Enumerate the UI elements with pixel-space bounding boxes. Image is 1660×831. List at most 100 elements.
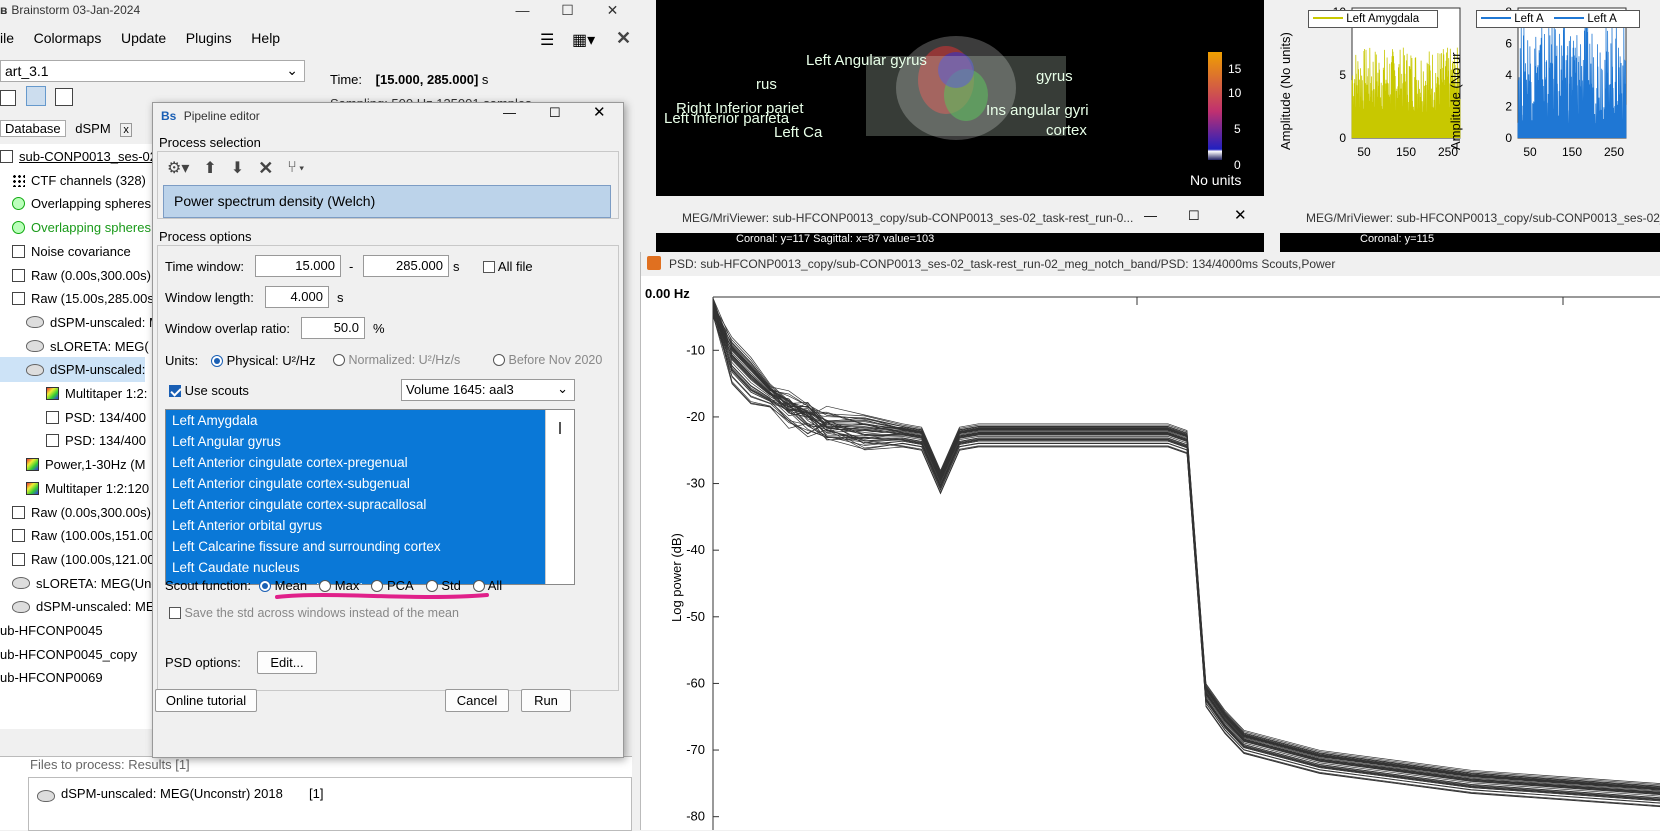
tree-item[interactable]: Raw (15.00s,285.00s xyxy=(0,286,152,311)
menu-update[interactable]: Update xyxy=(121,30,166,46)
amygdala-legend-1-text: Left Amygdala xyxy=(1346,13,1420,25)
pipeline-minimize-icon[interactable]: — xyxy=(503,105,516,120)
tree-item[interactable]: dSPM-unscaled: ME xyxy=(0,310,152,335)
cancel-button[interactable]: Cancel xyxy=(445,689,509,712)
psd-edit-button[interactable]: Edit... xyxy=(257,651,317,674)
tree-item[interactable]: Overlapping spheres xyxy=(0,215,151,240)
pipeline-close-icon[interactable]: ✕ xyxy=(593,103,606,121)
psd-y-tick-label: -10 xyxy=(686,342,705,357)
unit-physical-radio[interactable] xyxy=(211,355,223,367)
scout-list-item[interactable]: Left Amygdala xyxy=(166,410,574,431)
selected-process-item[interactable]: Power spectrum density (Welch) xyxy=(163,185,611,218)
tree-item-label: CTF channels (328) xyxy=(31,172,146,188)
online-tutorial-button[interactable]: Online tutorial xyxy=(155,689,257,712)
use-scouts-option[interactable]: Use scouts xyxy=(169,383,249,398)
psd-titlebar[interactable]: PSD: sub-HFCONP0013_copy/sub-CONP0013_se… xyxy=(641,252,1660,276)
scout-list-item[interactable]: Left Calcarine fissure and surrounding c… xyxy=(166,536,574,557)
mri-viewer-2-titlebar[interactable]: MEG/MriViewer: sub-HFCONP0013_copy/sub-C… xyxy=(1280,203,1660,233)
tree-item[interactable]: Overlapping spheres xyxy=(0,191,151,216)
tree-item[interactable]: ub-HFCONP0069 xyxy=(0,665,103,690)
menu-help[interactable]: Help xyxy=(251,30,280,46)
box-icon xyxy=(12,268,25,282)
save-std-option[interactable]: Save the std across windows instead of t… xyxy=(169,606,459,620)
mri1-close-icon[interactable]: ✕ xyxy=(1234,206,1247,224)
mri1-minimize-icon[interactable]: — xyxy=(1144,208,1157,223)
brain-3d-view[interactable]: Right Inferior pariet Left inferior pari… xyxy=(656,0,1264,196)
mri1-maximize-icon[interactable]: ☐ xyxy=(1188,208,1200,224)
file-item[interactable]: dSPM-unscaled: MEG(Unconstr) 2018 xyxy=(61,786,283,801)
tree-item[interactable]: dSPM-unscaled: xyxy=(0,357,146,383)
tree-item[interactable]: Multitaper 1:2: xyxy=(0,381,147,406)
move-up-icon[interactable]: ⬆ xyxy=(203,158,216,178)
unit-physical-option[interactable]: Physical: U²/Hz xyxy=(211,353,315,368)
overlap-input[interactable]: 50.0 xyxy=(301,317,365,339)
tree-item[interactable]: ub-HFCONP0045 xyxy=(0,618,103,643)
tree-item[interactable]: Raw (0.00s,300.00s) xyxy=(0,500,151,525)
all-file-option[interactable]: All file xyxy=(483,259,533,274)
mri-viewer-1-titlebar[interactable]: MEG/MriViewer: sub-HFCONP0013_copy/sub-C… xyxy=(656,203,1264,233)
unit-before-radio[interactable] xyxy=(493,354,505,366)
unit-normalized-radio[interactable] xyxy=(333,354,345,366)
scout-list-scrollbar[interactable] xyxy=(545,410,574,584)
tree-item[interactable]: sub-CONP0013_ses-02_ xyxy=(0,144,152,169)
time-start-input[interactable]: 15.000 xyxy=(255,255,341,277)
tree-item[interactable]: PSD: 134/400 xyxy=(0,428,146,453)
scout-function-label: Scout function: xyxy=(165,578,251,593)
menu-file[interactable]: ile xyxy=(0,30,14,46)
scout-list-item[interactable]: Left Anterior cingulate cortex-supracall… xyxy=(166,494,574,515)
database-tree[interactable]: sub-CONP0013_ses-02_ CTF channels (328) Ov… xyxy=(0,144,152,729)
layout-icon[interactable]: ☰ xyxy=(540,30,554,50)
tree-item[interactable]: dSPM-unscaled: ME xyxy=(0,594,152,619)
unit-before-label: Before Nov 2020 xyxy=(508,353,603,367)
move-down-icon[interactable]: ⬇ xyxy=(231,158,244,178)
run-button[interactable]: Run xyxy=(521,689,571,712)
unit-before-option[interactable]: Before Nov 2020 xyxy=(493,353,602,367)
protocol-select[interactable]: art_3.1 ⌄ xyxy=(0,60,305,82)
scout-list-item[interactable]: Left Anterior orbital gyrus xyxy=(166,515,574,536)
tab-dspm[interactable]: dSPM xyxy=(69,121,116,136)
atlas-select[interactable]: Volume 1645: aal3 ⌄ xyxy=(401,379,575,401)
save-std-checkbox[interactable] xyxy=(169,607,181,619)
tree-item[interactable]: Multitaper 1:2:120 xyxy=(0,476,149,501)
tree-item[interactable]: CTF channels (328) xyxy=(0,168,146,193)
tree-item[interactable]: Power,1-30Hz (M xyxy=(0,452,145,477)
scout-list-item[interactable]: Left Anterior cingulate cortex-subgenual xyxy=(166,473,574,494)
close-icon[interactable]: ✕ xyxy=(590,0,635,20)
scout-fn-mean-radio[interactable] xyxy=(259,580,271,592)
tab-close-icon[interactable]: x xyxy=(120,123,132,137)
tree-item[interactable]: Raw (100.00s,121.00 xyxy=(0,547,152,572)
scout-list[interactable]: Left Amygdala Left Angular gyrus Left Ante… xyxy=(165,409,575,585)
tab-database[interactable]: Database xyxy=(0,120,66,137)
functional-data-icon[interactable] xyxy=(0,90,16,106)
window-layout-icon[interactable]: ▦▾ xyxy=(572,30,595,50)
tree-item[interactable]: Raw (100.00s,151.00 xyxy=(0,523,152,548)
menu-plugins[interactable]: Plugins xyxy=(186,30,232,46)
scrollbar-thumb[interactable] xyxy=(559,422,561,434)
scout-list-item[interactable]: Left Anterior cingulate cortex-pregenual xyxy=(166,452,574,473)
anatomy-icon[interactable] xyxy=(25,86,46,106)
time-end-input[interactable]: 285.000 xyxy=(363,255,449,277)
tree-item[interactable]: sLORETA: MEG( xyxy=(0,334,149,359)
tree-item[interactable]: ub-HFCONP0045_copy xyxy=(0,642,137,667)
result-icon[interactable] xyxy=(55,88,74,106)
psd-plot[interactable]: -10 -20 -30 -40 -50 -60 -70 -80 xyxy=(641,276,1660,830)
scout-list-item[interactable]: Left Angular gyrus xyxy=(166,431,574,452)
pipeline-tree-icon[interactable]: ⑂▾ xyxy=(287,159,306,177)
scout-list-item[interactable]: Left Caudate nucleus xyxy=(166,557,574,578)
menu-colormaps[interactable]: Colormaps xyxy=(34,30,102,46)
maximize-icon[interactable]: ☐ xyxy=(545,0,590,20)
gear-icon[interactable]: ⚙▾ xyxy=(167,158,189,178)
tree-item[interactable]: Raw (0.00s,300.00s) xyxy=(0,263,151,288)
tree-item[interactable]: Noise covariance xyxy=(0,239,131,264)
all-file-checkbox[interactable] xyxy=(483,261,495,273)
tree-item[interactable]: sLORETA: MEG(Unc xyxy=(0,571,152,596)
tree-item[interactable]: PSD: 134/400 xyxy=(0,405,146,430)
pipeline-maximize-icon[interactable]: ☐ xyxy=(549,105,561,121)
use-scouts-checkbox[interactable] xyxy=(169,385,181,397)
unit-normalized-option[interactable]: Normalized: U²/Hz/s xyxy=(333,353,460,367)
window-length-input[interactable]: 4.000 xyxy=(265,286,329,308)
minimize-icon[interactable]: — xyxy=(500,0,545,20)
delete-icon[interactable]: ✕ xyxy=(258,158,273,179)
files-list[interactable]: dSPM-unscaled: MEG(Unconstr) 2018 [1] xyxy=(28,777,632,831)
close-panel-icon[interactable]: ✕ xyxy=(616,28,631,49)
